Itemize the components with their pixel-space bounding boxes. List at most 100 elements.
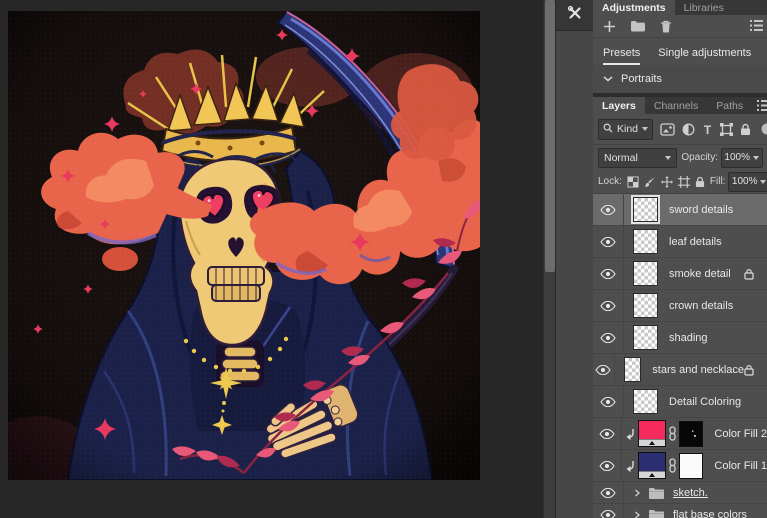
layer-row-stars-and-necklace[interactable]: stars and necklace xyxy=(593,354,767,386)
group-name[interactable]: sketch. xyxy=(673,487,708,499)
layer-row-color-fill-2[interactable]: Color Fill 2 xyxy=(593,418,767,450)
lock-all-icon[interactable] xyxy=(695,176,705,188)
add-adjustment-button[interactable] xyxy=(603,20,616,33)
presets-section-portraits[interactable]: Portraits xyxy=(593,65,767,93)
visibility-toggle[interactable] xyxy=(593,482,624,503)
scrollbar-thumb[interactable] xyxy=(545,0,555,272)
layer-thumbnail[interactable] xyxy=(633,325,658,350)
fill-layer-thumbnail[interactable] xyxy=(638,420,665,447)
layers-panel-menu-icon[interactable] xyxy=(757,100,767,114)
layer-name[interactable]: shading xyxy=(669,332,708,344)
blend-mode-value: Normal xyxy=(604,152,638,164)
group-row-flat-base-colors[interactable]: flat base colors xyxy=(593,504,767,518)
subtab-single-adjustments[interactable]: Single adjustments xyxy=(658,47,751,65)
tab-paths[interactable]: Paths xyxy=(707,97,752,114)
color-swatch xyxy=(639,421,664,439)
layer-row-crown-details[interactable]: crown details xyxy=(593,290,767,322)
group-row-sketch[interactable]: sketch. xyxy=(593,482,767,504)
fill-value[interactable]: 100% xyxy=(728,172,767,192)
fill-slider xyxy=(639,471,664,478)
move-icon[interactable] xyxy=(661,176,673,188)
canvas-area[interactable] xyxy=(0,0,555,518)
layer-thumbnail[interactable] xyxy=(633,261,658,286)
chevron-down-icon xyxy=(760,180,766,184)
group-name[interactable]: flat base colors xyxy=(673,509,747,518)
delete-button[interactable] xyxy=(660,20,672,33)
visibility-toggle[interactable] xyxy=(593,450,622,481)
group-folder-icon xyxy=(648,487,664,499)
artboard-icon[interactable] xyxy=(678,176,690,188)
chevron-right-icon[interactable] xyxy=(633,489,641,497)
layer-name[interactable]: sword details xyxy=(669,204,733,216)
filter-kind-label: Kind xyxy=(617,123,638,135)
layer-name[interactable]: Color Fill 1 xyxy=(714,460,767,472)
visibility-toggle[interactable] xyxy=(593,386,624,417)
artwork-image xyxy=(8,11,480,480)
filter-toggle-icon[interactable] xyxy=(758,122,767,136)
eye-icon xyxy=(600,237,616,247)
subtab-presets[interactable]: Presets xyxy=(603,47,640,65)
layer-mask-thumbnail[interactable] xyxy=(679,421,704,447)
eye-icon xyxy=(595,365,611,375)
layer-row-color-fill-1[interactable]: Color Fill 1 xyxy=(593,450,767,482)
layer-name[interactable]: stars and necklace xyxy=(652,364,744,376)
folder-icon xyxy=(630,20,646,32)
fill-label: Fill: xyxy=(710,176,726,187)
eye-icon xyxy=(599,429,615,439)
plus-icon xyxy=(603,20,616,33)
chevron-down-icon xyxy=(665,156,671,160)
layer-row-sword-details[interactable]: sword details xyxy=(593,194,767,226)
preset-list-view-button[interactable] xyxy=(750,20,763,31)
tab-libraries[interactable]: Libraries xyxy=(675,0,733,15)
visibility-toggle[interactable] xyxy=(593,226,624,257)
visibility-toggle[interactable] xyxy=(593,354,615,385)
visibility-toggle[interactable] xyxy=(593,418,622,449)
adjustment-layers-icon[interactable] xyxy=(682,123,695,136)
layer-thumbnail[interactable] xyxy=(633,197,658,222)
photoshop-workspace: Adjustments Libraries Presets Single adj… xyxy=(0,0,767,518)
eye-icon xyxy=(600,488,616,498)
layer-lock-icon xyxy=(744,268,754,280)
blend-mode-dropdown[interactable]: Normal xyxy=(598,148,677,168)
tab-channels[interactable]: Channels xyxy=(645,97,707,114)
layer-row-leaf-details[interactable]: leaf details xyxy=(593,226,767,258)
lock-label: Lock: xyxy=(598,176,622,187)
layer-name[interactable]: smoke detail xyxy=(669,268,731,280)
tab-adjustments[interactable]: Adjustments xyxy=(593,0,675,15)
layer-thumbnail[interactable] xyxy=(633,389,658,414)
new-group-button[interactable] xyxy=(630,20,646,32)
layers-tab-bar: Layers Channels Paths xyxy=(593,97,767,114)
layer-row-shading[interactable]: shading xyxy=(593,322,767,354)
visibility-toggle[interactable] xyxy=(593,322,624,353)
panel-dock: Adjustments Libraries Presets Single adj… xyxy=(593,0,767,518)
paint-icon[interactable] xyxy=(644,176,656,188)
layer-thumbnail[interactable] xyxy=(633,229,658,254)
pixel-layers-icon[interactable] xyxy=(660,123,675,136)
layer-row-smoke-detail[interactable]: smoke detail xyxy=(593,258,767,290)
layer-row-detail-coloring[interactable]: Detail Coloring xyxy=(593,386,767,418)
layer-filter-dropdown[interactable]: Kind xyxy=(598,119,653,140)
chevron-right-icon[interactable] xyxy=(633,511,641,518)
shape-layers-icon[interactable] xyxy=(720,123,733,136)
layer-thumbnail[interactable] xyxy=(624,357,642,382)
layer-name[interactable]: crown details xyxy=(669,300,733,312)
type-layers-icon[interactable]: T xyxy=(702,123,713,136)
layer-mask-thumbnail[interactable] xyxy=(679,453,704,479)
visibility-toggle[interactable] xyxy=(593,194,624,225)
opacity-value[interactable]: 100% xyxy=(721,148,763,168)
smart-objects-icon[interactable] xyxy=(740,123,751,136)
visibility-toggle[interactable] xyxy=(593,290,624,321)
visibility-toggle[interactable] xyxy=(593,258,624,289)
layer-name[interactable]: Detail Coloring xyxy=(669,396,741,408)
fill-layer-thumbnail[interactable] xyxy=(638,452,665,479)
layer-thumbnail[interactable] xyxy=(633,293,658,318)
mask-link-icon xyxy=(668,458,677,473)
tools-panel-button[interactable] xyxy=(556,0,594,31)
layer-name[interactable]: leaf details xyxy=(669,236,722,248)
blend-options-row: Normal Opacity: 100% xyxy=(593,145,767,170)
transparent-pixels-icon[interactable] xyxy=(627,176,639,188)
layer-name[interactable]: Color Fill 2 xyxy=(714,428,767,440)
visibility-toggle[interactable] xyxy=(593,504,624,518)
document-canvas[interactable] xyxy=(8,11,480,480)
tab-layers[interactable]: Layers xyxy=(593,97,645,114)
